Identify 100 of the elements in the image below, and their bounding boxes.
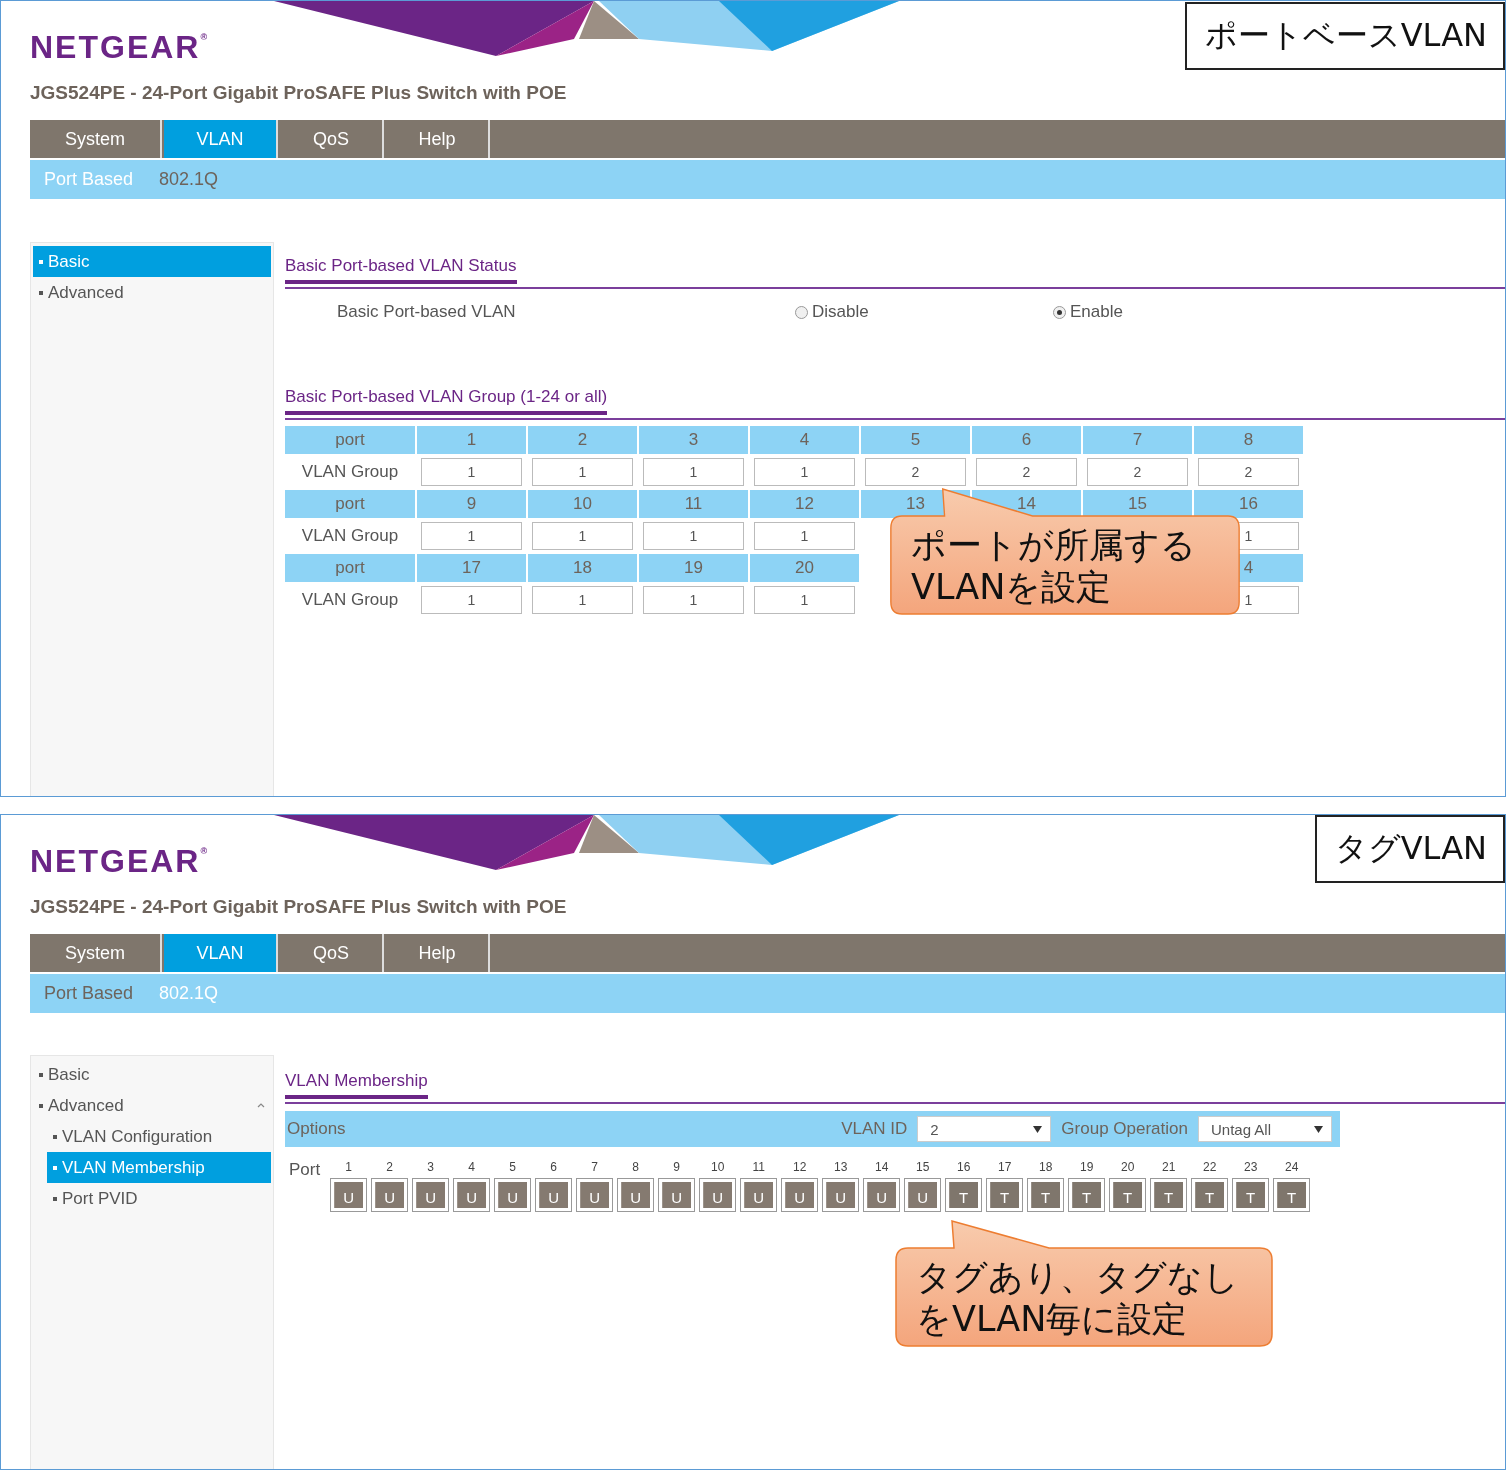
input-field[interactable]: 2: [1198, 458, 1299, 486]
port-mode-button[interactable]: T: [1113, 1182, 1143, 1208]
header-cell: 8: [1194, 426, 1303, 454]
input-field[interactable]: 1: [643, 522, 744, 550]
port-mode-button[interactable]: U: [867, 1182, 897, 1208]
dropdown-arrow-icon: [1033, 1125, 1043, 1133]
nav-tab[interactable]: Help: [386, 934, 490, 972]
group-operation-select[interactable]: Untag All: [1198, 1116, 1332, 1142]
header-cell: port: [285, 490, 415, 518]
port-number: 20: [1121, 1160, 1135, 1174]
sidebar-item[interactable]: Basic: [33, 1059, 271, 1090]
port-number: 8: [632, 1160, 640, 1174]
port-mode-button[interactable]: T: [1277, 1182, 1307, 1208]
row-label: VLAN Group: [300, 461, 400, 483]
radio-option[interactable]: Enable: [1053, 302, 1311, 322]
nav-tab[interactable]: VLAN: [164, 934, 278, 972]
radio-button[interactable]: [795, 305, 808, 319]
header-cell: 6: [972, 426, 1081, 454]
nav-tab[interactable]: System: [30, 934, 162, 972]
sidebar-item[interactable]: VLAN Configuration: [47, 1121, 271, 1152]
sidebar-item[interactable]: VLAN Membership: [47, 1152, 271, 1183]
port-mode-button[interactable]: U: [580, 1182, 610, 1208]
port-mode-button[interactable]: T: [990, 1182, 1020, 1208]
input-field[interactable]: 1: [421, 586, 522, 614]
header-cell: port: [285, 554, 415, 582]
caption-label: タグVLAN: [1314, 815, 1505, 883]
port-mode-button[interactable]: T: [1195, 1182, 1225, 1208]
port-number: 7: [591, 1160, 599, 1174]
port-mode-button[interactable]: U: [621, 1182, 651, 1208]
input-field[interactable]: 1: [643, 586, 744, 614]
input-field[interactable]: 2: [865, 458, 966, 486]
input-field[interactable]: 1: [754, 586, 855, 614]
port-number: 10: [711, 1160, 725, 1174]
port-mode-button[interactable]: U: [785, 1182, 815, 1208]
port-mode-button[interactable]: U: [744, 1182, 774, 1208]
input-field[interactable]: 1: [421, 522, 522, 550]
row-label: VLAN Group: [300, 589, 400, 611]
port-number: 14: [875, 1160, 889, 1174]
sub-nav-tab[interactable]: Port Based: [44, 983, 134, 1004]
port-mode-button[interactable]: U: [334, 1182, 364, 1208]
nav-tab[interactable]: QoS: [280, 120, 384, 158]
bullet-icon: [53, 1165, 57, 1170]
caret-icon[interactable]: [257, 1102, 265, 1108]
port-number: 6: [550, 1160, 558, 1174]
section-heading: Basic Port-based VLAN Group (1-24 or all): [285, 387, 608, 415]
port-mode-button[interactable]: T: [1072, 1182, 1102, 1208]
port-mode-button[interactable]: U: [908, 1182, 938, 1208]
port-number: 16: [957, 1160, 971, 1174]
port-mode-button[interactable]: T: [1236, 1182, 1266, 1208]
port-mode-button[interactable]: U: [416, 1182, 446, 1208]
input-field[interactable]: 1: [421, 458, 522, 486]
input-field[interactable]: 1: [532, 458, 633, 486]
header-cell: 15: [1083, 490, 1192, 518]
input-field[interactable]: 1: [532, 522, 633, 550]
port-mode-button[interactable]: T: [1031, 1182, 1061, 1208]
port-number: 2: [386, 1160, 394, 1174]
nav-tab[interactable]: System: [30, 120, 162, 158]
port-number: 9: [673, 1160, 681, 1174]
logo: NETGEAR$^{®}$: [30, 842, 210, 878]
port-number: 4: [468, 1160, 476, 1174]
port-mode-button[interactable]: U: [375, 1182, 405, 1208]
input-field[interactable]: 1: [754, 522, 855, 550]
port-mode-button[interactable]: U: [703, 1182, 733, 1208]
port-mode-button[interactable]: T: [1154, 1182, 1184, 1208]
port-mode-button[interactable]: U: [498, 1182, 528, 1208]
input-field[interactable]: 1: [754, 458, 855, 486]
port-mode-button[interactable]: U: [539, 1182, 569, 1208]
input-field[interactable]: 2: [976, 458, 1077, 486]
bullet-icon: [53, 1196, 57, 1201]
sidebar-item[interactable]: Basic: [33, 246, 271, 277]
port-number: 15: [916, 1160, 930, 1174]
header-cell: 16: [1194, 490, 1303, 518]
options-label: Options: [287, 1119, 346, 1139]
header-cell: 4: [750, 426, 859, 454]
radio-option[interactable]: Disable: [795, 302, 1053, 322]
device-title: JGS524PE - 24-Port Gigabit ProSAFE Plus Switch with POE: [30, 82, 567, 104]
sidebar-item[interactable]: Advanced: [33, 277, 271, 308]
radio-button[interactable]: [1053, 305, 1066, 319]
header-cell: 2: [528, 426, 637, 454]
bullet-icon: [53, 1134, 57, 1139]
header-cell: port: [285, 426, 415, 454]
bullet-icon: [39, 259, 43, 264]
nav-tab[interactable]: VLAN: [164, 120, 278, 158]
vlan-id-select[interactable]: 2: [917, 1116, 1052, 1142]
sub-nav-tab[interactable]: 802.1Q: [159, 169, 219, 190]
port-mode-button[interactable]: U: [662, 1182, 692, 1208]
port-number: 22: [1203, 1160, 1217, 1174]
input-field[interactable]: 1: [643, 458, 744, 486]
port-mode-button[interactable]: U: [457, 1182, 487, 1208]
header-cell: 17: [417, 554, 526, 582]
input-field[interactable]: 1: [532, 586, 633, 614]
port-mode-button[interactable]: T: [949, 1182, 979, 1208]
nav-tab[interactable]: Help: [386, 120, 490, 158]
port-mode-button[interactable]: U: [826, 1182, 856, 1208]
input-field[interactable]: 2: [1087, 458, 1188, 486]
port-number: 13: [834, 1160, 848, 1174]
sidebar-item[interactable]: Advanced: [33, 1090, 271, 1121]
nav-tab[interactable]: QoS: [280, 934, 384, 972]
sidebar-item[interactable]: Port PVID: [47, 1183, 271, 1214]
port-label: Port: [289, 1160, 321, 1180]
